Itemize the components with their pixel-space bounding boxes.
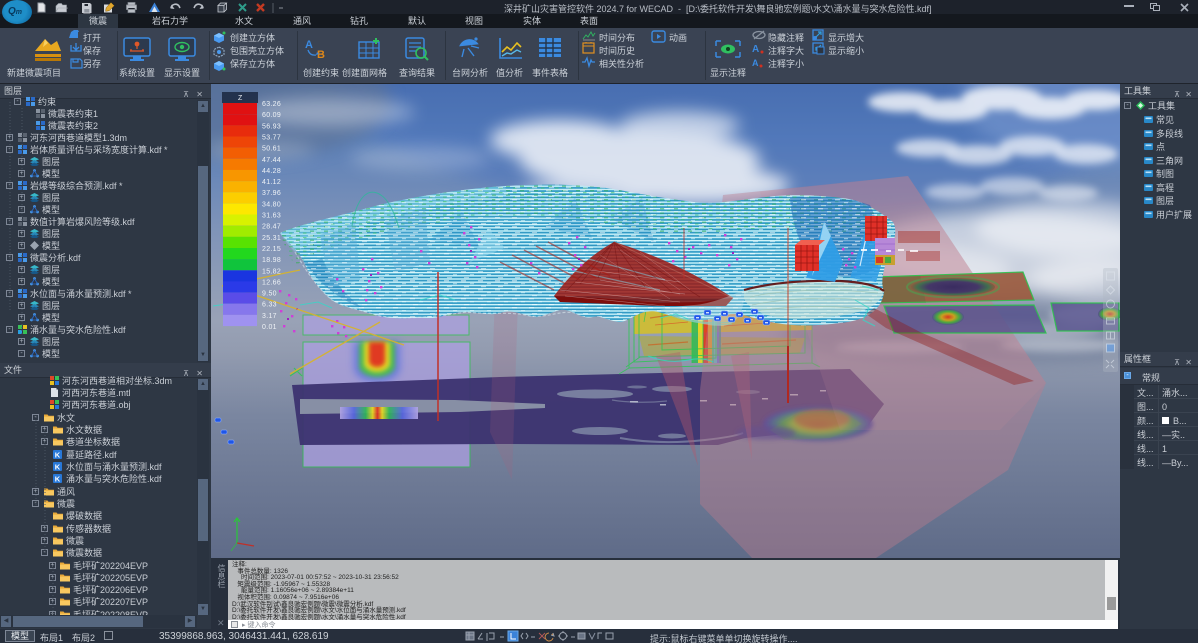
svg-text:63.26: 63.26 bbox=[262, 101, 281, 108]
svg-text:0.01: 0.01 bbox=[262, 324, 277, 331]
svg-text:22.15: 22.15 bbox=[262, 246, 281, 253]
svg-text:6.33: 6.33 bbox=[262, 302, 277, 309]
svg-text:44.28: 44.28 bbox=[262, 168, 281, 175]
svg-text:53.77: 53.77 bbox=[262, 135, 281, 142]
svg-text:50.61: 50.61 bbox=[262, 146, 281, 153]
svg-text:18.98: 18.98 bbox=[262, 257, 281, 264]
svg-text:B: B bbox=[317, 49, 325, 61]
svg-text:34.80: 34.80 bbox=[262, 201, 281, 208]
svg-text:41.12: 41.12 bbox=[262, 179, 281, 186]
svg-text:Z: Z bbox=[238, 95, 243, 102]
svg-text:60.09: 60.09 bbox=[262, 112, 281, 119]
svg-text:37.96: 37.96 bbox=[262, 190, 281, 197]
svg-text:3.17: 3.17 bbox=[262, 313, 277, 320]
svg-text:47.44: 47.44 bbox=[262, 157, 281, 164]
svg-text:31.63: 31.63 bbox=[262, 213, 281, 220]
svg-text:12.66: 12.66 bbox=[262, 279, 281, 286]
svg-text:56.93: 56.93 bbox=[262, 123, 281, 130]
svg-text:A: A bbox=[752, 58, 759, 68]
svg-text:A: A bbox=[305, 39, 313, 51]
svg-text:15.82: 15.82 bbox=[262, 268, 281, 275]
svg-text:28.47: 28.47 bbox=[262, 224, 281, 231]
svg-text:25.31: 25.31 bbox=[262, 235, 281, 242]
svg-text:A: A bbox=[752, 44, 759, 55]
svg-text:9.50: 9.50 bbox=[262, 291, 277, 298]
